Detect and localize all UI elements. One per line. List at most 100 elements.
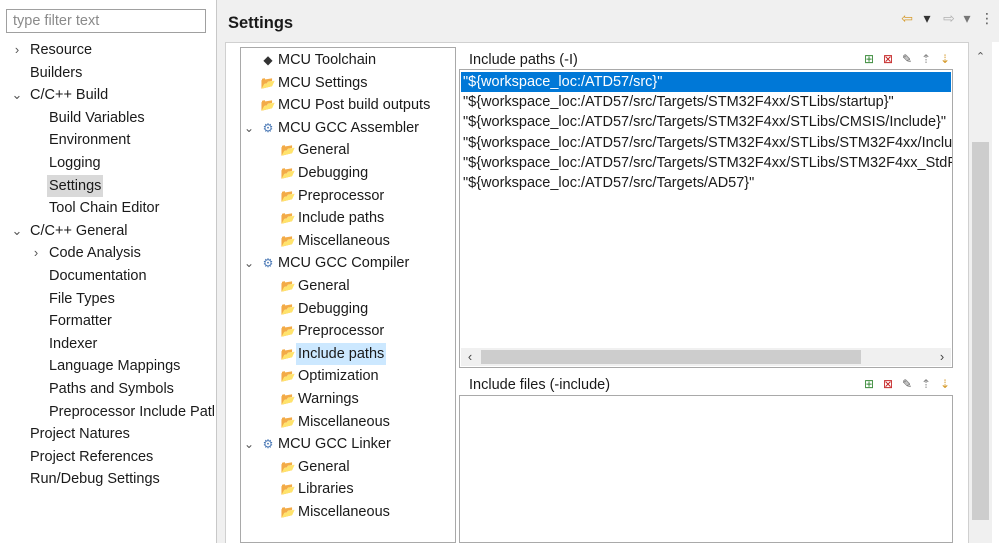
nav-item-resource[interactable]: › Resource [0,39,216,62]
nav-item-language-mappings[interactable]: Language Mappings [0,355,216,378]
tree-item-label: MCU Toolchain [278,52,377,68]
tool-icon: ◆ [263,53,273,67]
nav-item-label: Language Mappings [49,358,181,375]
scroll-right-icon[interactable]: › [933,348,951,366]
include-path-row[interactable]: "${workspace_loc:/ATD57/src/Targets/AD57… [461,173,754,193]
page-title: Settings [228,14,294,32]
add-icon[interactable]: ⊞ [861,376,877,392]
chevron-down-icon[interactable]: ⌄ [242,252,256,274]
preferences-tree: › Resource Builders ⌄ C/C++ Build Build Varia… [0,39,216,491]
nav-item-logging[interactable]: Logging [0,152,216,175]
delete-icon[interactable]: ⊠ [880,376,896,392]
nav-item-label: Logging [49,154,101,171]
nav-item-project-natures[interactable]: Project Natures [0,423,216,446]
include-path-row[interactable]: "${workspace_loc:/ATD57/src/Targets/STM3… [461,133,952,153]
gear-icon: ⚙ [262,437,274,452]
back-dropdown-icon[interactable]: ▾ [919,8,935,28]
include-paths-toolbar: ⊞ ⊠ ✎ ⇡ ⇣ [861,51,951,69]
include-path-row[interactable]: "${workspace_loc:/ATD57/src/Targets/STM3… [461,92,894,112]
tree-item-label: MCU GCC Compiler [278,255,410,272]
folder-icon: 📂 [280,143,296,158]
nav-item-label: Builders [30,64,83,81]
hscroll-thumb[interactable] [481,350,861,364]
nav-item-environment[interactable]: Environment [0,129,216,152]
vscroll-thumb[interactable] [972,142,989,520]
nav-item-documentation[interactable]: Documentation [0,265,216,288]
view-menu-icon[interactable]: ⋮ [979,8,995,28]
tree-item-label: General [298,278,350,294]
nav-item-label: Preprocessor Include Patl [49,403,216,420]
folder-icon: 📂 [280,482,296,497]
nav-item-label: Formatter [49,313,112,330]
include-path-row[interactable]: "${workspace_loc:/ATD57/src/Targets/STM3… [461,112,946,132]
nav-item-label: Documentation [49,267,147,284]
tree-item-label: MCU GCC Linker [278,436,391,453]
include-files-list[interactable] [459,395,953,543]
gear-icon: ⚙ [262,120,274,135]
tree-item-label: Libraries [298,481,354,498]
back-arrow-icon[interactable]: ⇦ [899,8,915,28]
folder-icon: 📂 [280,324,296,339]
nav-item-formatter[interactable]: Formatter [0,310,216,333]
tree-item-label: MCU Post build outputs [278,97,431,114]
nav-item-builders[interactable]: Builders [0,62,216,85]
folder-icon: 📂 [280,188,296,203]
nav-item-settings[interactable]: Settings [0,174,216,198]
settings-vscrollbar[interactable]: ⌃ [969,42,992,543]
include-files-title: Include files (-include) [469,377,611,393]
chevron-down-icon[interactable]: ⌄ [10,84,24,107]
tree-item-label: Debugging [298,300,369,317]
include-path-row[interactable]: "${workspace_loc:/ATD57/src/Targets/STM3… [461,153,952,173]
tree-item-label: Optimization [298,368,379,385]
forward-arrow-icon[interactable]: ⇨ [941,8,957,28]
nav-item-indexer[interactable]: Indexer [0,333,216,356]
nav-item-tool-chain-editor[interactable]: Tool Chain Editor [0,197,216,220]
tool-settings-tree: ◆ MCU Toolchain 📂 MCU Settings 📂 MCU Post bui… [240,47,456,543]
nav-item-project-references[interactable]: Project References [0,446,216,469]
nav-item-label: Run/Debug Settings [30,471,160,488]
move-down-icon[interactable]: ⇣ [937,376,953,392]
scroll-up-icon[interactable]: ⌃ [969,50,992,63]
tree-item-label: Preprocessor [298,187,385,204]
move-up-icon[interactable]: ⇡ [918,376,934,392]
chevron-down-icon[interactable]: ⌄ [242,433,256,455]
filter-input[interactable] [6,9,206,33]
nav-item-c-c-build[interactable]: ⌄ C/C++ Build [0,84,216,107]
chevron-right-icon[interactable]: › [29,242,43,265]
nav-item-paths-and-symbols[interactable]: Paths and Symbols [0,378,216,401]
nav-item-label: File Types [49,290,115,307]
chevron-down-icon[interactable]: ⌄ [10,220,24,243]
include-files-toolbar: ⊞ ⊠ ✎ ⇡ ⇣ [861,376,951,394]
move-down-icon[interactable]: ⇣ [937,51,953,67]
chevron-down-icon[interactable]: ⌄ [242,117,256,139]
nav-item-code-analysis[interactable]: › Code Analysis [0,242,216,265]
nav-item-label: Paths and Symbols [49,380,174,397]
tree-item-label: MCU Settings [278,74,368,91]
folder-icon: 📂 [280,279,296,293]
move-up-icon[interactable]: ⇡ [918,51,934,67]
nav-item-build-variables[interactable]: Build Variables [0,107,216,130]
include-path-row[interactable]: "${workspace_loc:/ATD57/src}" [461,72,951,92]
include-paths-list[interactable]: ‹ › "${workspace_loc:/ATD57/src}" "${work… [459,69,953,368]
nav-item-label: Project Natures [30,426,130,443]
nav-item-label: Code Analysis [49,245,141,262]
delete-icon[interactable]: ⊠ [880,51,896,67]
edit-icon[interactable]: ✎ [899,376,915,392]
scroll-left-icon[interactable]: ‹ [461,348,479,366]
sash[interactable] [216,0,217,543]
nav-item-c-c-general[interactable]: ⌄ C/C++ General [0,220,216,243]
chevron-right-icon[interactable]: › [10,39,24,62]
tree-item-label: MCU GCC Assembler [278,119,419,136]
tree-item-label: General [298,142,350,159]
nav-item-file-types[interactable]: File Types [0,288,216,311]
include-paths-hscrollbar[interactable]: ‹ › [461,348,951,366]
folder-icon: 📂 [280,211,296,226]
nav-item-run-debug-settings[interactable]: Run/Debug Settings [0,468,216,491]
tree-item-label: Miscellaneous [298,504,390,520]
nav-item-preprocessor-include-patl[interactable]: Preprocessor Include Patl [0,401,216,424]
folder-icon: 📂 [280,233,296,248]
add-icon[interactable]: ⊞ [861,51,877,67]
forward-dropdown-icon[interactable]: ▾ [959,8,975,28]
page-header: Settings ⇦ ▾ ⇨ ▾ ⋮ [217,0,999,42]
edit-icon[interactable]: ✎ [899,51,915,67]
